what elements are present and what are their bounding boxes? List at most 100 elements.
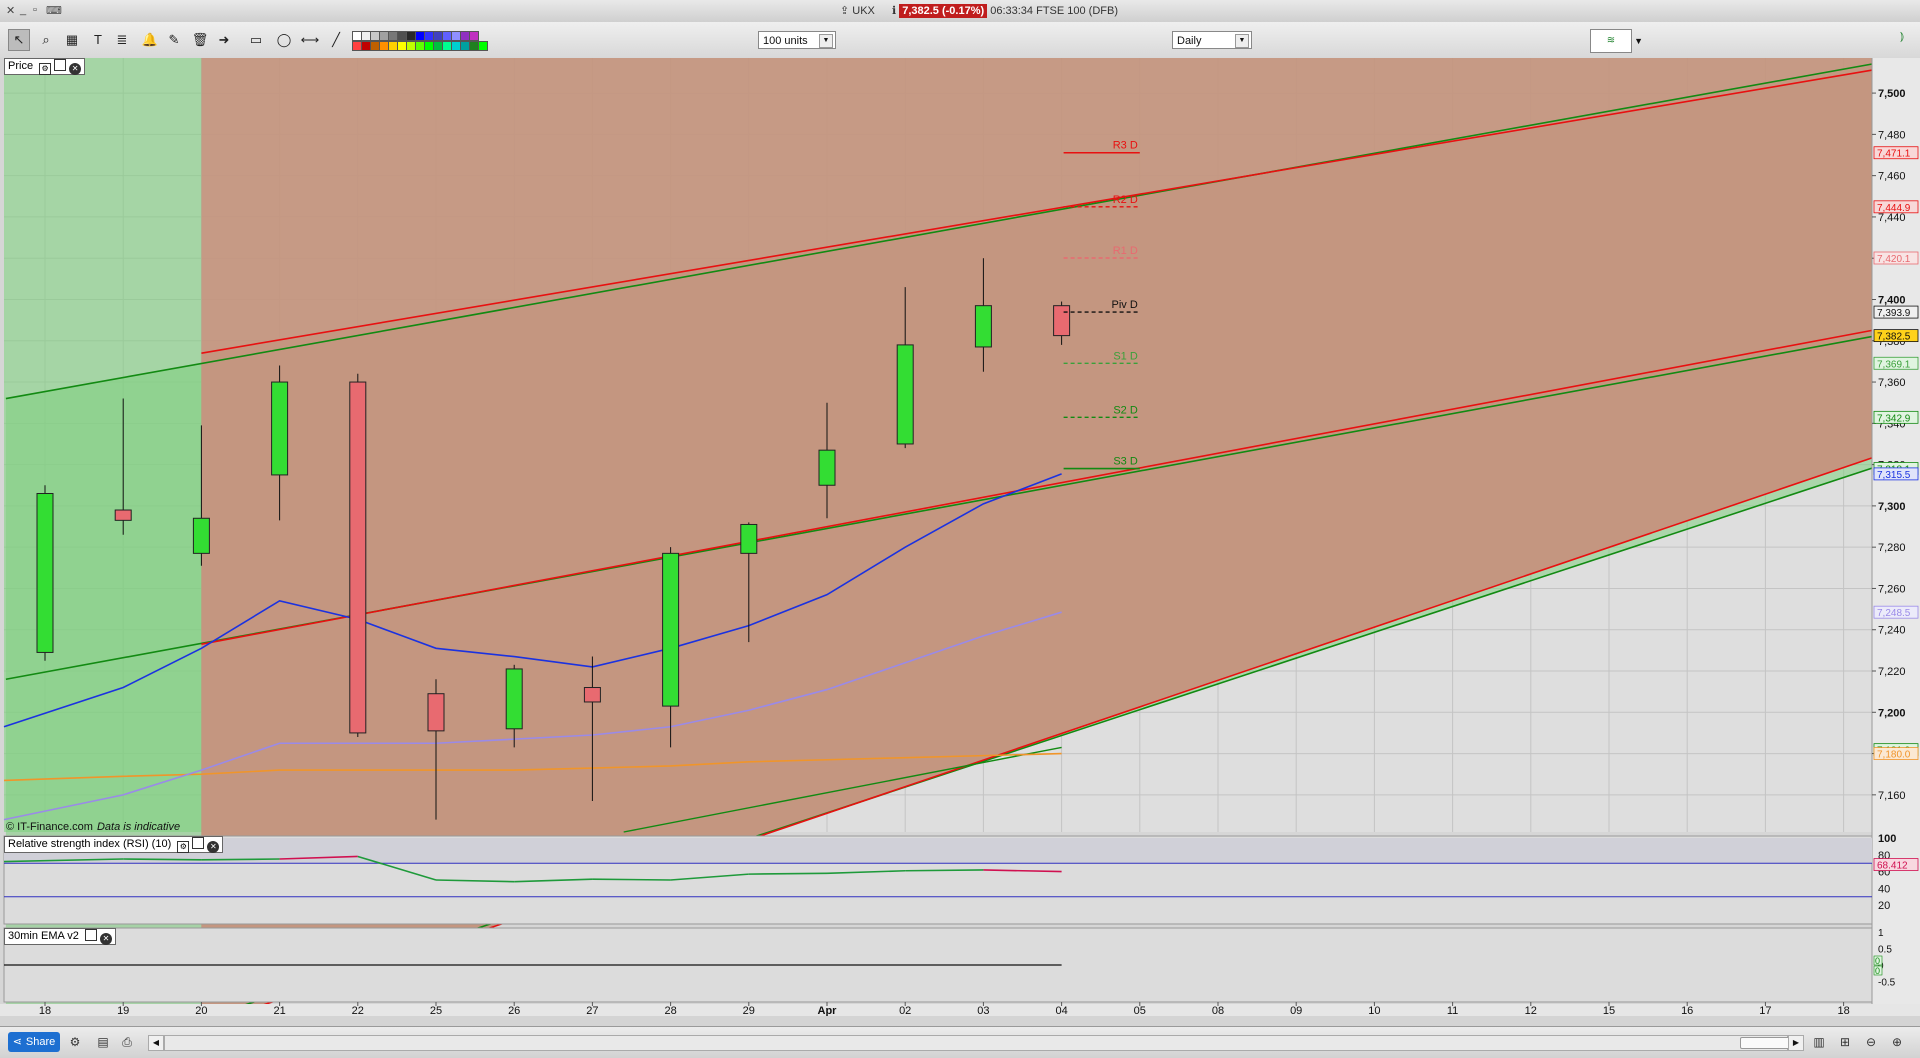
pivot-label: S2 D bbox=[1113, 404, 1138, 416]
price-badge-text: 7,369.1 bbox=[1877, 359, 1911, 370]
maximize-icon[interactable] bbox=[54, 59, 67, 71]
chart-area[interactable]: R3 D R2 D R1 D Piv D S1 D S2 D S3 D 7,500 7,480 7… bbox=[0, 58, 1920, 1016]
horizontal-line-tool-icon[interactable]: ⟷ bbox=[300, 30, 320, 50]
arrow-tool-icon[interactable]: ➜ bbox=[214, 30, 234, 50]
x-tick-label: Apr bbox=[818, 1005, 838, 1016]
candle-body bbox=[505, 668, 523, 730]
x-tick-label: 29 bbox=[743, 1005, 755, 1016]
price-badge-text: 7,342.9 bbox=[1877, 413, 1911, 424]
ema-tick-label: 0.5 bbox=[1878, 945, 1892, 956]
price-panel-title: Price bbox=[8, 60, 34, 72]
close-icon[interactable]: ✕ bbox=[69, 63, 82, 75]
price-badge-text: 7,393.9 bbox=[1877, 308, 1911, 319]
x-tick-label: 16 bbox=[1681, 1005, 1693, 1016]
close-icon[interactable]: ✕ bbox=[99, 933, 112, 945]
zoom-in-icon[interactable]: ⊕ bbox=[1888, 1033, 1906, 1051]
chevron-down-icon[interactable]: ▼ bbox=[819, 34, 833, 48]
delete-tool-icon[interactable]: 🗑 bbox=[190, 30, 210, 50]
text-tool-icon[interactable]: T bbox=[88, 30, 108, 50]
y-tick-label: 7,400 bbox=[1878, 294, 1906, 306]
zoom-tool-icon[interactable]: ⌕ bbox=[36, 30, 56, 50]
indicator-menu-button[interactable]: ≋ ▼ bbox=[1590, 29, 1643, 53]
chart-view-icon[interactable]: ▥ bbox=[1810, 1033, 1828, 1051]
ema-panel-label: 30min EMA v2 ✕ bbox=[4, 928, 116, 945]
wrench-icon[interactable]: ⚙ bbox=[177, 841, 190, 853]
window-title-bar: ✕ _ ▫ ⌨ ⇪ UKX ℹ 7,382.5 (-0.17%) 06:33:3… bbox=[0, 0, 1920, 23]
x-tick-label: 10 bbox=[1368, 1005, 1380, 1016]
maximize-icon[interactable] bbox=[192, 837, 205, 849]
pivot-label: R1 D bbox=[1113, 245, 1138, 257]
title-symbol: UKX bbox=[852, 5, 875, 17]
maximize-icon[interactable] bbox=[84, 929, 97, 941]
color-swatch[interactable] bbox=[478, 41, 488, 51]
close-icon[interactable]: ✕ bbox=[207, 841, 220, 853]
keyboard-icon[interactable]: ⌨ bbox=[46, 4, 62, 17]
trendline-tool-icon[interactable]: ╱ bbox=[326, 30, 346, 50]
candle-body bbox=[349, 381, 367, 734]
zoom-fit-icon[interactable]: ⊞ bbox=[1836, 1033, 1854, 1051]
rsi-panel-title: Relative strength index (RSI) (10) bbox=[8, 838, 172, 850]
period-select[interactable]: Daily ▼ bbox=[1172, 31, 1252, 49]
x-tick-label: 08 bbox=[1212, 1005, 1224, 1016]
pivot-label: S1 D bbox=[1113, 350, 1138, 362]
restore-window-icon[interactable]: ▫ bbox=[33, 4, 37, 16]
chevron-down-icon[interactable]: ▼ bbox=[1235, 34, 1249, 48]
alert-tool-icon[interactable]: 🔔 bbox=[140, 30, 160, 50]
x-tick-label: 04 bbox=[1055, 1005, 1067, 1016]
candle-body bbox=[1053, 305, 1071, 337]
pointer-tool-icon[interactable]: ↖ bbox=[8, 29, 30, 51]
y-tick-label: 7,260 bbox=[1878, 583, 1906, 595]
rsi-line-segment bbox=[201, 858, 280, 861]
x-tick-label: 18 bbox=[39, 1005, 51, 1016]
chart-svg[interactable]: R3 D R2 D R1 D Piv D S1 D S2 D S3 D 7,500 7,480 7… bbox=[0, 58, 1920, 1016]
minimize-window-icon[interactable]: _ bbox=[20, 4, 26, 16]
sidebar-toggle-icon[interactable]: ⦆ bbox=[1900, 29, 1916, 51]
ellipse-tool-icon[interactable]: ◯ bbox=[274, 30, 294, 50]
scroll-right-arrow[interactable]: ▶ bbox=[1788, 1035, 1804, 1051]
settings-icon[interactable]: ⚙ bbox=[66, 1033, 84, 1051]
y-tick-label: 7,360 bbox=[1878, 377, 1906, 389]
units-select[interactable]: 100 units ▼ bbox=[758, 31, 836, 49]
price-badge-text: 7,180.0 bbox=[1877, 750, 1911, 761]
scroll-left-arrow[interactable]: ◀ bbox=[148, 1035, 164, 1051]
zoom-out-icon[interactable]: ⊖ bbox=[1862, 1033, 1880, 1051]
layout-icon[interactable]: ▤ bbox=[94, 1033, 112, 1051]
x-tick-label: 15 bbox=[1603, 1005, 1615, 1016]
rsi-line-segment bbox=[123, 858, 202, 861]
pencil-tool-icon[interactable]: ✎ bbox=[164, 30, 184, 50]
wrench-icon[interactable]: ⚙ bbox=[39, 63, 52, 75]
export-icon[interactable]: ⇪ bbox=[840, 5, 849, 17]
y-tick-label: 7,200 bbox=[1878, 707, 1906, 719]
x-tick-label: 05 bbox=[1134, 1005, 1146, 1016]
info-icon[interactable]: ℹ bbox=[892, 5, 896, 17]
rectangle-tool-icon[interactable]: ▭ bbox=[246, 30, 266, 50]
price-badge-text: 7,248.5 bbox=[1877, 608, 1911, 619]
bottom-bar: ⋖ Share ⚙ ▤ ⎙ ◀ ▶ ▥ ⊞ ⊖ ⊕ bbox=[0, 1026, 1920, 1058]
pivot-label: Piv D bbox=[1112, 299, 1138, 311]
print-icon[interactable]: ⎙ bbox=[118, 1033, 136, 1051]
candle-body bbox=[740, 523, 758, 554]
price-badge-text: 7,382.5 bbox=[1877, 332, 1911, 343]
x-tick-label: 18 bbox=[1837, 1005, 1849, 1016]
units-select-value: 100 units bbox=[763, 35, 808, 47]
candle-body bbox=[974, 305, 992, 348]
price-badge-text: 7,315.5 bbox=[1877, 470, 1911, 481]
y-tick-label: 7,220 bbox=[1878, 666, 1906, 678]
chart-tool-icon[interactable]: ▦ bbox=[62, 30, 82, 50]
chart-scrollbar[interactable] bbox=[164, 1035, 1802, 1051]
ema-tick-label: -0.5 bbox=[1878, 978, 1896, 989]
color-swatch[interactable] bbox=[469, 31, 479, 41]
close-window-icon[interactable]: ✕ bbox=[6, 4, 15, 17]
rsi-tick-label: 40 bbox=[1878, 883, 1890, 895]
rsi-panel-label: Relative strength index (RSI) (10) ⚙ ✕ bbox=[4, 836, 224, 853]
share-button[interactable]: ⋖ Share bbox=[8, 1032, 60, 1052]
x-tick-label: 26 bbox=[508, 1005, 520, 1016]
y-tick-label: 7,240 bbox=[1878, 625, 1906, 637]
copyright-brand: © IT-Finance.com bbox=[6, 821, 93, 833]
y-tick-label: 7,160 bbox=[1878, 790, 1906, 802]
ema-badge-a: 0 bbox=[1875, 956, 1880, 966]
ema-tick-label: 1 bbox=[1878, 928, 1884, 939]
y-tick-label: 7,500 bbox=[1878, 88, 1906, 100]
fibonacci-tool-icon[interactable]: ≣ bbox=[112, 30, 132, 50]
candle-body bbox=[36, 493, 54, 653]
